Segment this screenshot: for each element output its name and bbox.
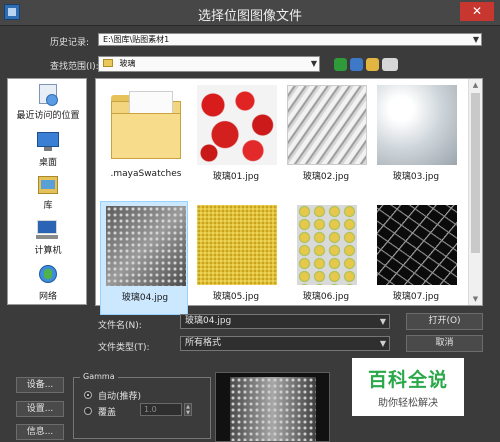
image-thumbnail [287, 85, 367, 165]
gamma-override-radio[interactable] [84, 407, 92, 415]
file-name: 玻璃04.jpg [121, 293, 169, 303]
place-label: 桌面 [38, 158, 57, 168]
chevron-down-icon: ▼ [379, 317, 386, 326]
file-name: 玻璃01.jpg [212, 172, 260, 182]
place-recent[interactable]: 最近访问的位置 [8, 84, 88, 121]
vertical-scrollbar[interactable]: ▲ ▼ [468, 79, 482, 305]
place-label: 计算机 [34, 246, 62, 256]
gamma-override-input[interactable]: 1.0 [140, 403, 182, 416]
filename-value: 玻璃04.jpg [185, 316, 232, 326]
image-thumbnail [377, 85, 457, 165]
image-thumbnail [197, 205, 277, 285]
image-thumbnail [297, 205, 357, 285]
place-label: 库 [43, 201, 53, 211]
watermark-main-text: 百科全说 [367, 369, 448, 391]
chevron-down-icon: ▼ [310, 59, 317, 68]
lookin-label: 查找范围(I): [50, 62, 99, 72]
file-item[interactable]: .mayaSwatches [102, 81, 190, 195]
place-desktop[interactable]: 桌面 [8, 131, 88, 168]
gamma-auto-label: 自动(推荐) [98, 392, 142, 402]
new-folder-icon[interactable] [366, 58, 379, 71]
image-thumbnail [106, 206, 186, 286]
history-value: E:\图库\贴图素材1 [103, 35, 170, 44]
file-name: 玻璃07.jpg [392, 292, 440, 302]
recent-places-icon [35, 84, 61, 106]
filename-combo[interactable]: 玻璃04.jpg ▼ [180, 314, 390, 329]
file-item[interactable]: 玻璃03.jpg [372, 81, 460, 195]
setup-button[interactable]: 设置... [16, 401, 64, 417]
view-menu-icon[interactable] [382, 58, 398, 71]
scroll-up-icon[interactable]: ▲ [469, 81, 482, 89]
back-icon[interactable] [334, 58, 347, 71]
network-icon [35, 265, 61, 287]
file-item[interactable]: 玻璃01.jpg [192, 81, 280, 195]
file-list[interactable]: .mayaSwatches 玻璃01.jpg 玻璃02.jpg 玻璃03.jpg… [95, 78, 483, 315]
cancel-button[interactable]: 取消 [406, 335, 483, 352]
places-bar: 最近访问的位置 桌面 库 计算机 网络 [7, 78, 87, 305]
window-title: 选择位图图像文件 [197, 9, 302, 24]
close-button[interactable]: ✕ [460, 2, 494, 21]
gamma-override-label: 覆盖 [98, 408, 117, 418]
history-combo[interactable]: E:\图库\贴图素材1 ▼ [98, 33, 482, 46]
file-name: 玻璃05.jpg [212, 292, 260, 302]
filename-label: 文件名(N): [98, 321, 142, 331]
place-libraries[interactable]: 库 [8, 174, 88, 211]
folder-thumbnail [107, 85, 187, 165]
file-item[interactable]: 玻璃06.jpg [282, 201, 370, 315]
scroll-thumb[interactable] [471, 93, 480, 253]
file-name: 玻璃06.jpg [302, 292, 350, 302]
gamma-title: Gamma [80, 372, 118, 381]
file-item-selected[interactable]: 玻璃04.jpg [100, 201, 188, 315]
file-name: .mayaSwatches [110, 169, 182, 179]
open-button[interactable]: 打开(O) [406, 313, 483, 330]
file-name: 玻璃02.jpg [302, 172, 350, 182]
file-item[interactable]: 玻璃07.jpg [372, 201, 460, 315]
watermark-logo: 百科全说 助你轻松解决 [352, 358, 464, 416]
up-folder-icon[interactable] [350, 58, 363, 71]
chevron-down-icon: ▼ [379, 339, 386, 348]
libraries-icon [35, 174, 61, 196]
title-bar: 选择位图图像文件 ✕ [0, 0, 500, 26]
filetype-select[interactable]: 所有格式 ▼ [180, 336, 390, 351]
gamma-auto-radio[interactable] [84, 391, 92, 399]
scroll-down-icon[interactable]: ▼ [469, 295, 482, 303]
info-button[interactable]: 信息... [16, 424, 64, 440]
history-label: 历史记录: [50, 38, 90, 48]
file-item[interactable]: 玻璃02.jpg [282, 81, 370, 195]
image-thumbnail [377, 205, 457, 285]
file-item[interactable]: 玻璃05.jpg [192, 201, 280, 315]
lookin-combo[interactable]: 玻璃 ▼ [98, 56, 320, 72]
filetype-label: 文件类型(T): [98, 343, 150, 353]
filetype-value: 所有格式 [185, 338, 222, 348]
place-computer[interactable]: 计算机 [8, 219, 88, 256]
spinner-arrows-icon[interactable]: ▲ ▼ [184, 403, 192, 416]
place-label: 网络 [38, 292, 57, 302]
gamma-group: Gamma 自动(推荐) 覆盖 1.0 ▲ ▼ [73, 372, 211, 439]
preview-image [230, 377, 316, 441]
chevron-down-icon: ▼ [472, 35, 479, 44]
computer-icon [35, 219, 61, 241]
folder-icon [103, 59, 113, 67]
lookin-value: 玻璃 [119, 59, 136, 68]
file-name: 玻璃03.jpg [392, 172, 440, 182]
watermark-sub-text: 助你轻松解决 [378, 398, 438, 409]
place-network[interactable]: 网络 [8, 265, 88, 302]
place-label: 最近访问的位置 [16, 111, 80, 121]
image-thumbnail [197, 85, 277, 165]
desktop-icon [35, 131, 61, 153]
devices-button[interactable]: 设备... [16, 377, 64, 393]
image-preview [215, 372, 330, 442]
